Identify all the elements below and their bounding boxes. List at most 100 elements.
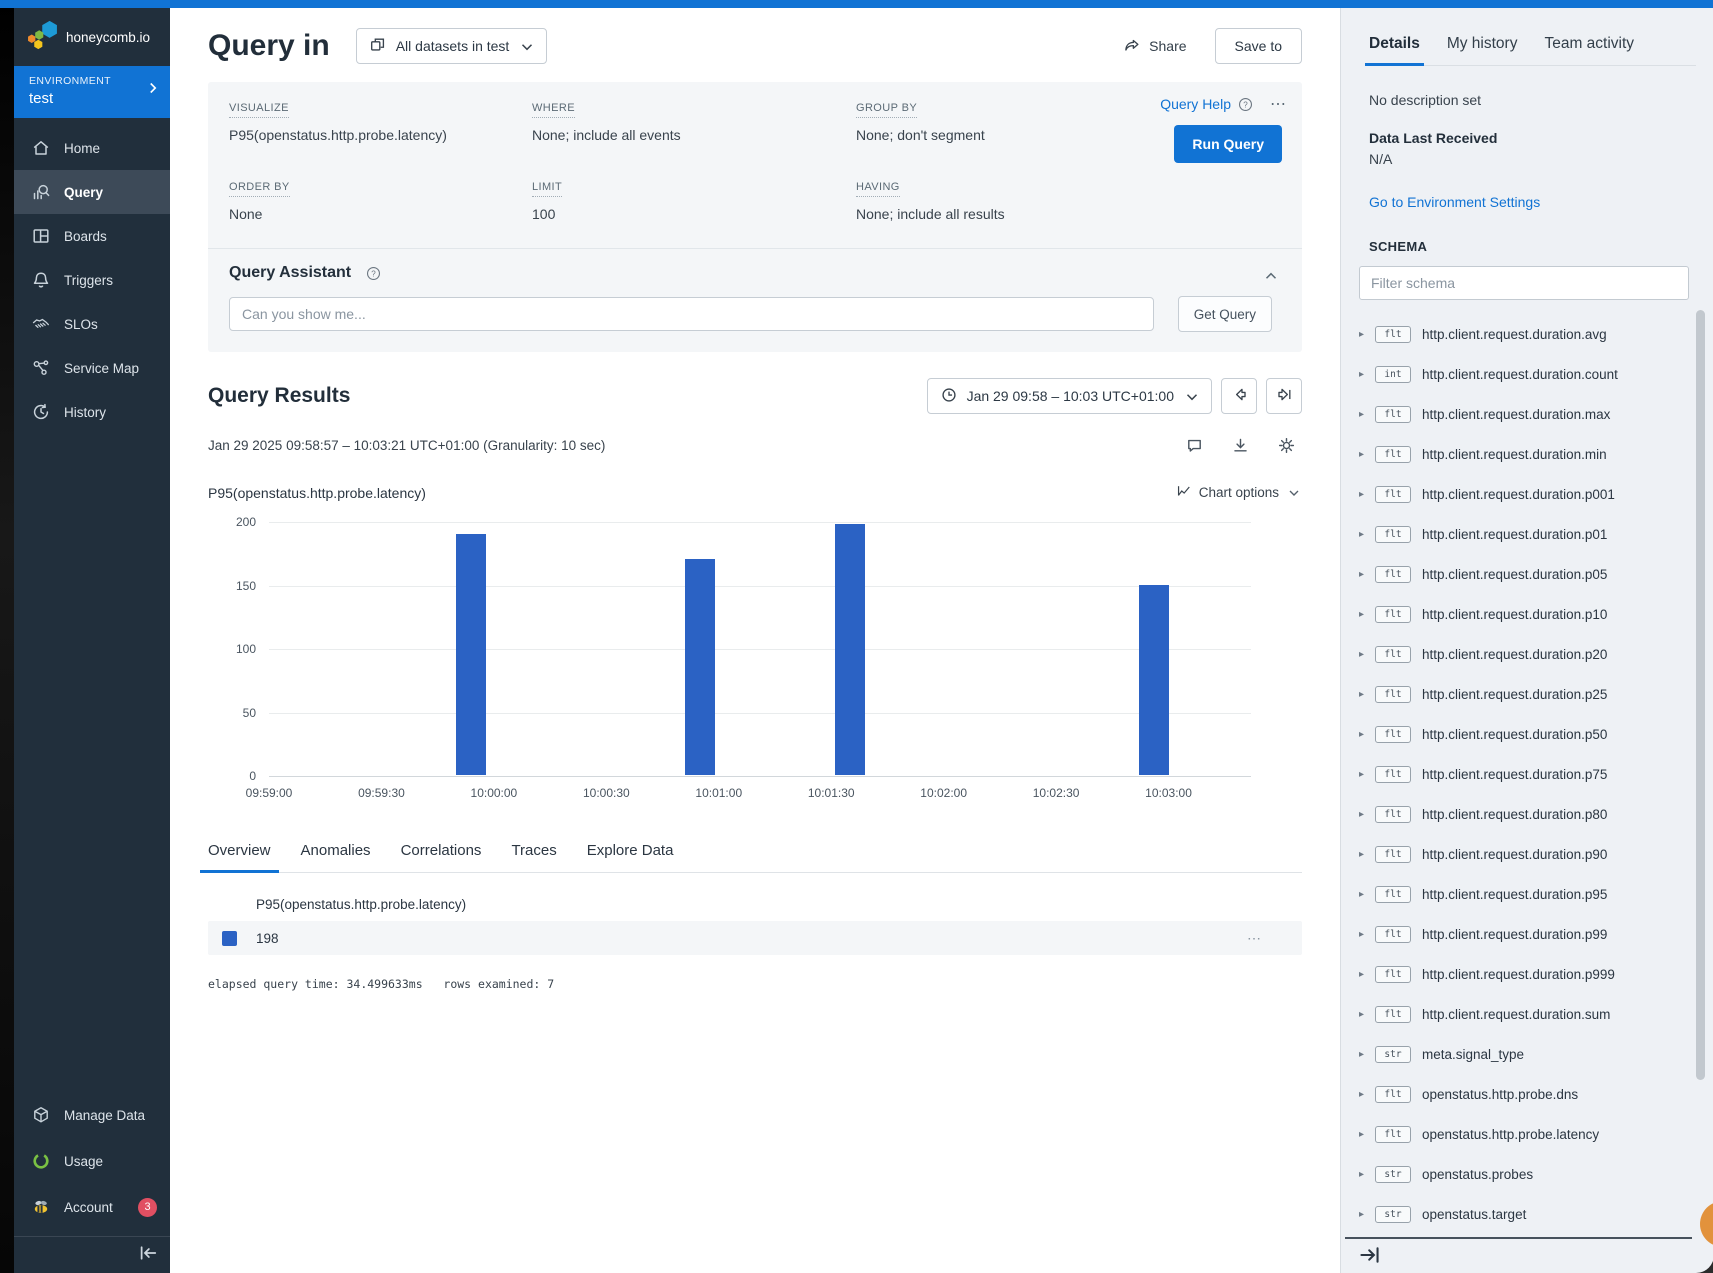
query-field-order-by[interactable]: ORDER BYNone <box>229 177 532 222</box>
sidebar-item-home[interactable]: Home <box>14 126 170 170</box>
schema-field-row[interactable]: ▸flthttp.client.request.duration.p001 <box>1359 474 1713 514</box>
schema-field-row[interactable]: ▸flthttp.client.request.duration.p90 <box>1359 834 1713 874</box>
run-query-button[interactable]: Run Query <box>1174 125 1282 163</box>
expand-caret-icon[interactable]: ▸ <box>1359 1209 1375 1220</box>
expand-caret-icon[interactable]: ▸ <box>1359 849 1375 860</box>
comment-icon[interactable] <box>1185 436 1204 455</box>
sidebar-item-service-map[interactable]: Service Map <box>14 346 170 390</box>
schema-field-row[interactable]: ▸flthttp.client.request.duration.min <box>1359 434 1713 474</box>
schema-field-row[interactable]: ▸flthttp.client.request.duration.avg <box>1359 314 1713 354</box>
query-field-visualize[interactable]: VISUALIZEP95(openstatus.http.probe.laten… <box>229 98 532 143</box>
expand-caret-icon[interactable]: ▸ <box>1359 809 1375 820</box>
query-field-group-by[interactable]: GROUP BYNone; don't segment <box>856 98 1186 143</box>
query-help-link[interactable]: Query Help <box>1160 96 1231 112</box>
schema-filter-input[interactable] <box>1359 266 1689 300</box>
schema-field-row[interactable]: ▸stropenstatus.target <box>1359 1194 1713 1234</box>
tab-traces[interactable]: Traces <box>511 842 556 872</box>
help-question-circle-icon[interactable]: ? <box>1237 96 1254 113</box>
chart-bar[interactable] <box>1139 585 1169 776</box>
app-logo[interactable]: honeycomb.io <box>14 8 170 66</box>
expand-caret-icon[interactable]: ▸ <box>1359 569 1375 580</box>
assistant-question-circle-icon[interactable]: ? <box>365 265 382 282</box>
schema-field-row[interactable]: ▸flthttp.client.request.duration.p75 <box>1359 754 1713 794</box>
expand-caret-icon[interactable]: ▸ <box>1359 929 1375 940</box>
schema-field-row[interactable]: ▸flthttp.client.request.duration.max <box>1359 394 1713 434</box>
share-button[interactable]: Share <box>1123 36 1186 57</box>
schema-field-row[interactable]: ▸flthttp.client.request.duration.p25 <box>1359 674 1713 714</box>
tab-details[interactable]: Details <box>1369 35 1420 65</box>
schema-field-row[interactable]: ▸fltopenstatus.http.probe.dns <box>1359 1074 1713 1114</box>
expand-caret-icon[interactable]: ▸ <box>1359 369 1375 380</box>
schema-field-row[interactable]: ▸flthttp.client.request.duration.p50 <box>1359 714 1713 754</box>
expand-caret-icon[interactable]: ▸ <box>1359 1009 1375 1020</box>
sidebar-item-usage[interactable]: Usage <box>14 1138 170 1184</box>
chart-bar[interactable] <box>456 534 486 775</box>
sidebar-item-account[interactable]: Account3 <box>14 1184 170 1230</box>
expand-caret-icon[interactable]: ▸ <box>1359 1089 1375 1100</box>
expand-caret-icon[interactable]: ▸ <box>1359 1129 1375 1140</box>
tab-my-history[interactable]: My history <box>1447 35 1518 65</box>
expand-caret-icon[interactable]: ▸ <box>1359 889 1375 900</box>
sidebar-item-boards[interactable]: Boards <box>14 214 170 258</box>
schema-field-row[interactable]: ▸fltopenstatus.http.probe.latency <box>1359 1114 1713 1154</box>
expand-caret-icon[interactable]: ▸ <box>1359 689 1375 700</box>
query-field-having[interactable]: HAVINGNone; include all results <box>856 177 1186 222</box>
environment-settings-link[interactable]: Go to Environment Settings <box>1369 194 1713 210</box>
expand-caret-icon[interactable]: ▸ <box>1359 769 1375 780</box>
expand-caret-icon[interactable]: ▸ <box>1359 729 1375 740</box>
expand-panel-button[interactable] <box>1357 1242 1383 1268</box>
sidebar-item-triggers[interactable]: Triggers <box>14 258 170 302</box>
save-to-button[interactable]: Save to <box>1215 28 1302 64</box>
tab-correlations[interactable]: Correlations <box>401 842 482 872</box>
tab-overview[interactable]: Overview <box>208 842 271 872</box>
schema-field-row[interactable]: ▸flthttp.client.request.duration.p99 <box>1359 914 1713 954</box>
expand-caret-icon[interactable]: ▸ <box>1359 609 1375 620</box>
query-overflow-menu-icon[interactable]: ⋯ <box>1270 94 1286 114</box>
query-field-limit[interactable]: LIMIT100 <box>532 177 856 222</box>
expand-caret-icon[interactable]: ▸ <box>1359 409 1375 420</box>
sidebar-item-history[interactable]: History <box>14 390 170 434</box>
chart-bar[interactable] <box>835 524 865 775</box>
time-range-selector[interactable]: Jan 29 09:58 – 10:03 UTC+01:00 <box>927 378 1212 414</box>
table-row[interactable]: 198⋯ <box>208 921 1302 955</box>
get-query-button[interactable]: Get Query <box>1178 296 1272 332</box>
chevron-up-icon[interactable] <box>1262 267 1280 285</box>
schema-field-row[interactable]: ▸flthttp.client.request.duration.p10 <box>1359 594 1713 634</box>
expand-caret-icon[interactable]: ▸ <box>1359 969 1375 980</box>
sidebar-item-slos[interactable]: SLOs <box>14 302 170 346</box>
tab-explore-data[interactable]: Explore Data <box>587 842 674 872</box>
expand-caret-icon[interactable]: ▸ <box>1359 489 1375 500</box>
schema-field-row[interactable]: ▸stropenstatus.probes <box>1359 1154 1713 1194</box>
dataset-selector[interactable]: All datasets in test <box>356 28 548 64</box>
schema-field-row[interactable]: ▸strmeta.signal_type <box>1359 1034 1713 1074</box>
expand-caret-icon[interactable]: ▸ <box>1359 1049 1375 1060</box>
expand-caret-icon[interactable]: ▸ <box>1359 529 1375 540</box>
schema-field-row[interactable]: ▸flthttp.client.request.duration.p999 <box>1359 954 1713 994</box>
scrollbar-thumb[interactable] <box>1696 310 1705 1080</box>
schema-field-row[interactable]: ▸flthttp.client.request.duration.p01 <box>1359 514 1713 554</box>
next-window-button[interactable] <box>1266 378 1302 414</box>
schema-field-row[interactable]: ▸flthttp.client.request.duration.p05 <box>1359 554 1713 594</box>
download-icon[interactable] <box>1231 436 1250 455</box>
expand-caret-icon[interactable]: ▸ <box>1359 449 1375 460</box>
tab-anomalies[interactable]: Anomalies <box>301 842 371 872</box>
chart-options-button[interactable]: Chart options <box>1176 483 1302 502</box>
sidebar-collapse-button[interactable] <box>14 1236 170 1273</box>
schema-field-row[interactable]: ▸flthttp.client.request.duration.p95 <box>1359 874 1713 914</box>
row-overflow-menu-icon[interactable]: ⋯ <box>1247 930 1262 947</box>
gear-icon[interactable] <box>1277 436 1296 455</box>
environment-switcher[interactable]: ENVIRONMENT test <box>14 66 170 118</box>
schema-field-row[interactable]: ▸inthttp.client.request.duration.count <box>1359 354 1713 394</box>
assistant-prompt-input[interactable] <box>229 297 1154 331</box>
sidebar-item-manage-data[interactable]: Manage Data <box>14 1092 170 1138</box>
query-field-where[interactable]: WHERENone; include all events <box>532 98 856 143</box>
schema-field-row[interactable]: ▸flthttp.client.request.duration.p20 <box>1359 634 1713 674</box>
expand-caret-icon[interactable]: ▸ <box>1359 329 1375 340</box>
tab-team-activity[interactable]: Team activity <box>1544 35 1634 65</box>
chart-bar[interactable] <box>685 559 715 775</box>
schema-field-row[interactable]: ▸flthttp.client.request.duration.p80 <box>1359 794 1713 834</box>
sidebar-item-query[interactable]: Query <box>14 170 170 214</box>
expand-caret-icon[interactable]: ▸ <box>1359 1169 1375 1180</box>
previous-window-button[interactable] <box>1221 378 1257 414</box>
expand-caret-icon[interactable]: ▸ <box>1359 649 1375 660</box>
